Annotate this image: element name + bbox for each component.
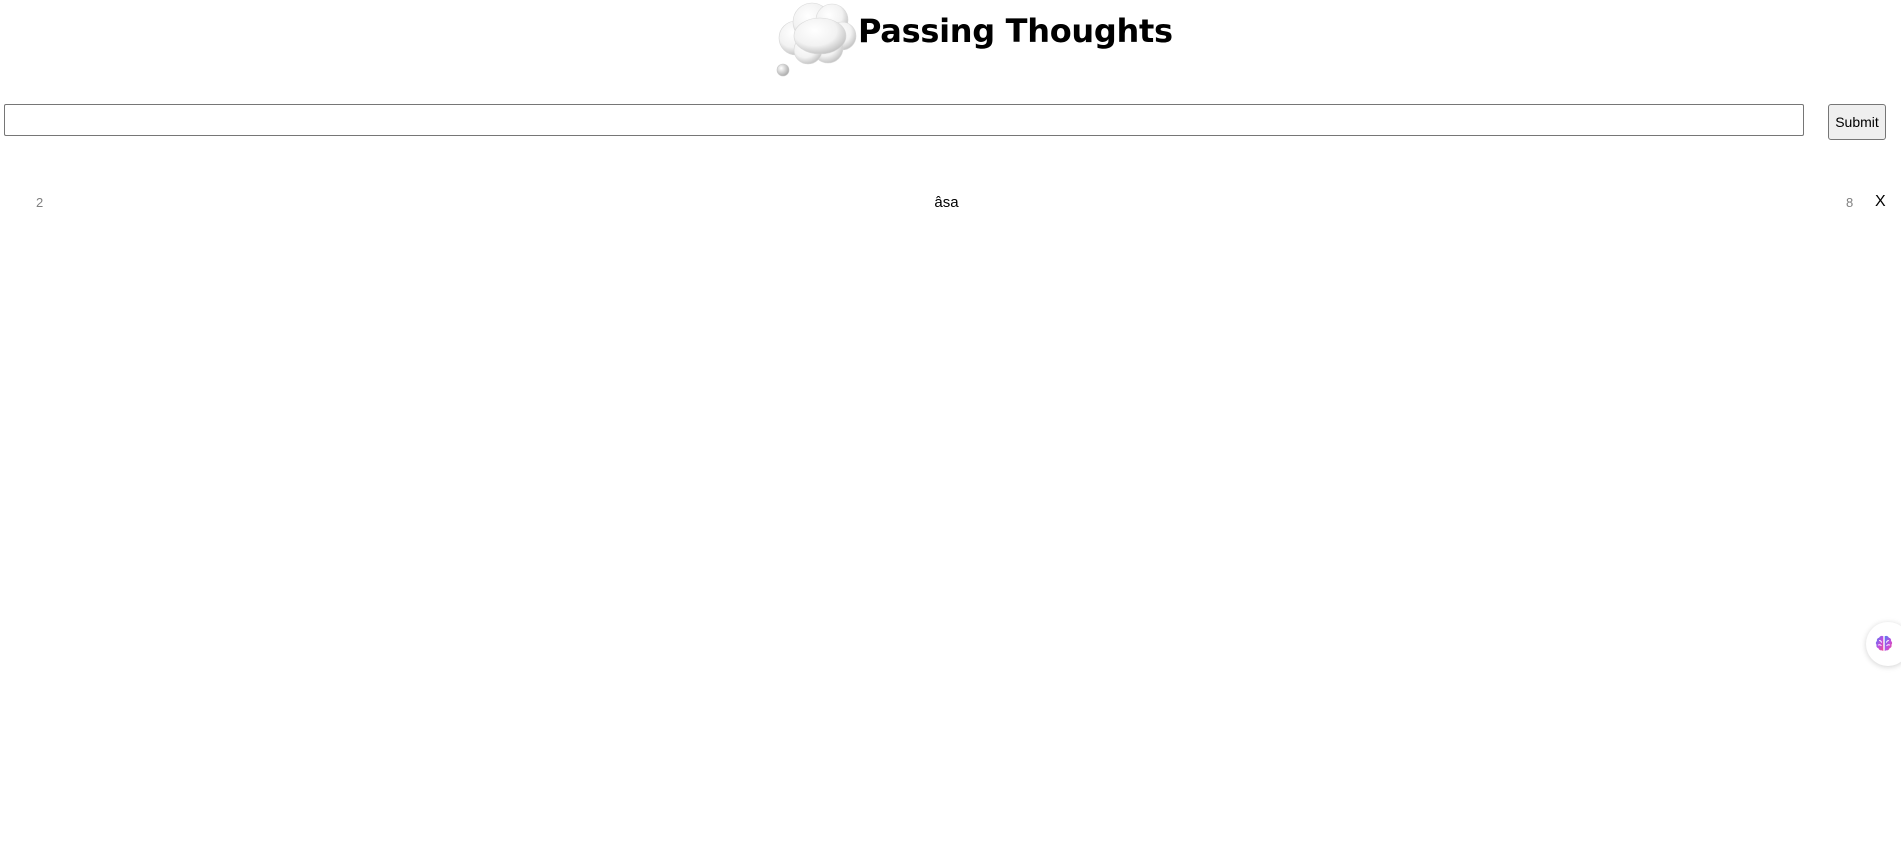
page-title: Passing Thoughts — [858, 12, 1173, 50]
brain-icon — [1875, 635, 1893, 652]
assistant-widget-button[interactable] — [1866, 622, 1901, 666]
delete-thought-button[interactable]: X — [1875, 193, 1886, 211]
thought-right-count: 8 — [1846, 195, 1854, 210]
page-header: Passing Thoughts — [0, 0, 1901, 80]
thought-list-item: 2 âsa 8 X — [0, 190, 1901, 218]
thought-cloud-icon — [776, 2, 857, 77]
thought-input[interactable] — [4, 104, 1804, 136]
thought-text: âsa — [934, 194, 959, 211]
submit-button[interactable]: Submit — [1828, 104, 1886, 140]
